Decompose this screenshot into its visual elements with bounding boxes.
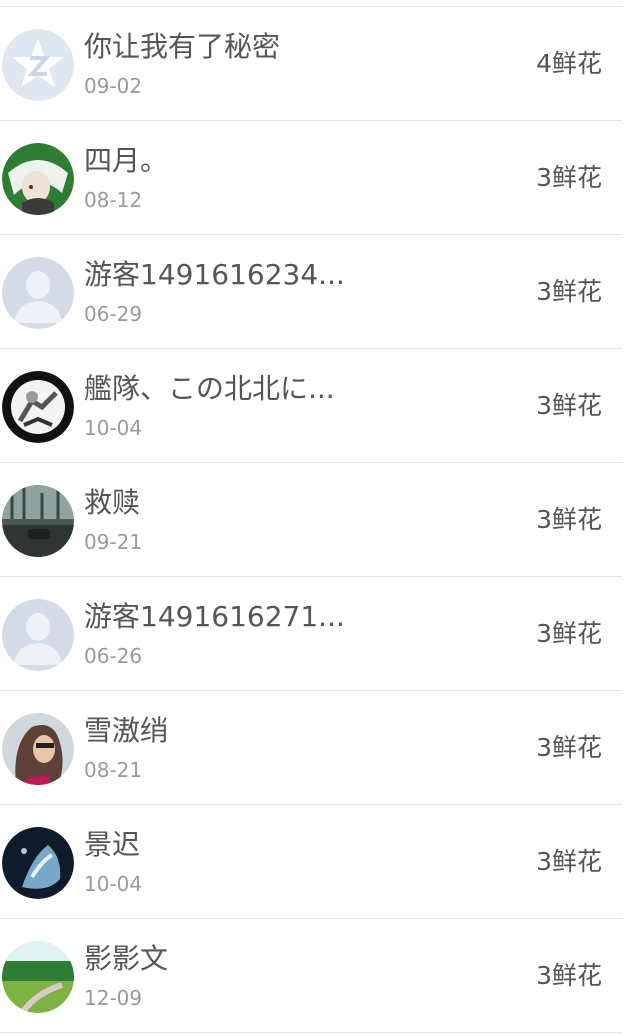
user-name: 救赎 bbox=[84, 486, 141, 519]
list-item[interactable]: 救赎 09-21 3鲜花 bbox=[0, 463, 622, 577]
flower-count: 3鲜花 bbox=[536, 505, 602, 534]
date-label: 08-12 bbox=[84, 188, 143, 212]
date-label: 10-04 bbox=[84, 416, 143, 440]
list-item[interactable]: 景迟 10-04 3鲜花 bbox=[0, 805, 622, 919]
user-name: 景迟 bbox=[84, 828, 141, 861]
flower-count: 3鲜花 bbox=[536, 163, 602, 192]
girl-photo-avatar bbox=[2, 713, 74, 785]
green-landscape-avatar bbox=[2, 941, 74, 1013]
qzone-star-icon bbox=[2, 29, 74, 101]
list-item[interactable]: 游客1491616234... 06-29 3鲜花 bbox=[0, 235, 622, 349]
list-item[interactable]: 四月。 08-12 3鲜花 bbox=[0, 121, 622, 235]
flower-count: 4鲜花 bbox=[536, 49, 602, 78]
date-label: 12-09 bbox=[84, 986, 143, 1010]
user-name: 雪滶绡 bbox=[84, 714, 169, 747]
user-name: 四月。 bbox=[84, 144, 169, 177]
flower-count: 3鲜花 bbox=[536, 277, 602, 306]
date-label: 06-29 bbox=[84, 302, 143, 326]
blue-splash-avatar bbox=[2, 827, 74, 899]
date-label: 09-02 bbox=[84, 74, 143, 98]
list-item[interactable]: 游客1491616271... 06-26 3鲜花 bbox=[0, 577, 622, 691]
list-item[interactable]: 影影文 12-09 3鲜花 bbox=[0, 919, 622, 1033]
flower-count: 3鲜花 bbox=[536, 961, 602, 990]
user-name: 艦隊、この北北に... bbox=[84, 372, 335, 405]
date-label: 06-26 bbox=[84, 644, 143, 668]
flower-ranking-list: 你让我有了秘密 09-02 4鲜花 四月。 08-12 3鲜花 游客149161… bbox=[0, 0, 640, 1036]
user-name: 游客1491616271... bbox=[84, 600, 345, 633]
flower-count: 3鲜花 bbox=[536, 733, 602, 762]
list-item[interactable]: 你让我有了秘密 09-02 4鲜花 bbox=[0, 7, 622, 121]
flower-count: 3鲜花 bbox=[536, 391, 602, 420]
default-user-silhouette bbox=[2, 599, 74, 671]
city-street-avatar bbox=[2, 485, 74, 557]
list-item[interactable]: 雪滶绡 08-21 3鲜花 bbox=[0, 691, 622, 805]
flower-count: 3鲜花 bbox=[536, 619, 602, 648]
flower-count: 3鲜花 bbox=[536, 847, 602, 876]
default-user-silhouette bbox=[2, 257, 74, 329]
date-label: 08-21 bbox=[84, 758, 143, 782]
date-label: 09-21 bbox=[84, 530, 143, 554]
user-name: 游客1491616234... bbox=[84, 258, 345, 291]
date-label: 10-04 bbox=[84, 872, 143, 896]
anime-portrait-avatar bbox=[2, 143, 74, 215]
user-name: 你让我有了秘密 bbox=[84, 30, 281, 63]
dark-ring-avatar bbox=[2, 371, 74, 443]
list-item[interactable]: 艦隊、この北北に... 10-04 3鲜花 bbox=[0, 349, 622, 463]
user-name: 影影文 bbox=[84, 942, 169, 975]
